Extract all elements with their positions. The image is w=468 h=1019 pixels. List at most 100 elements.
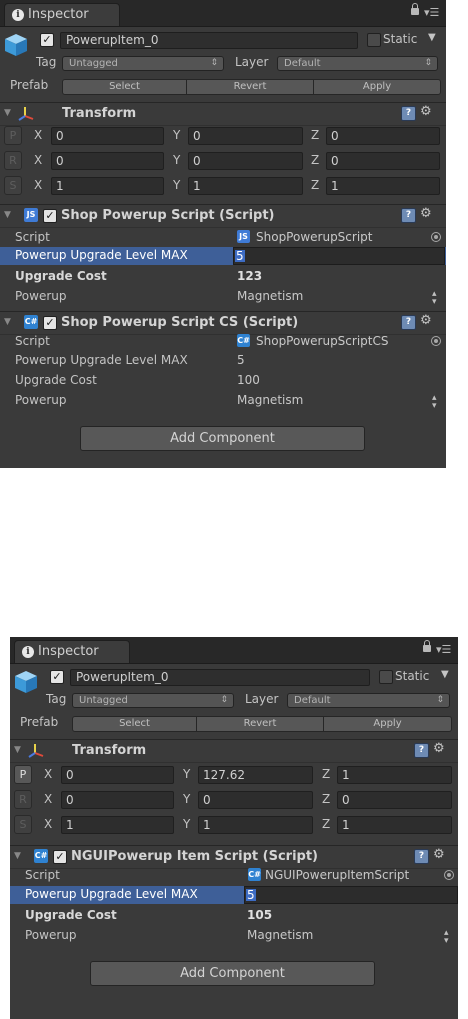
object-name-field[interactable]: PowerupItem_0 xyxy=(60,32,358,49)
component-enabled-checkbox[interactable]: ✓ xyxy=(53,850,67,864)
scale-tag[interactable]: S xyxy=(14,815,32,834)
foldout-arrow-icon[interactable]: ▼ xyxy=(14,851,21,861)
component-header-ngui-powerup-item-script[interactable]: ▼ C# ✓ NGUIPowerup Item Script (Script) … xyxy=(10,845,458,869)
powerup-dropdown[interactable]: Magnetism xyxy=(247,928,313,942)
property-powerup: Powerup Magnetism ▴ ▾ xyxy=(0,288,446,307)
upgrade-level-max-input[interactable]: 5 xyxy=(233,247,445,265)
component-enabled-checkbox[interactable]: ✓ xyxy=(43,316,57,330)
prefab-apply-button[interactable]: Apply xyxy=(313,79,441,95)
rotation-x-field[interactable]: 0 xyxy=(51,152,164,170)
position-x-field[interactable]: 0 xyxy=(61,766,174,784)
position-tag[interactable]: P xyxy=(4,126,22,145)
upgrade-cost-field[interactable]: 123 xyxy=(237,269,262,283)
foldout-arrow-icon[interactable]: ▼ xyxy=(4,210,11,220)
script-reference[interactable]: ShopPowerupScript xyxy=(256,230,373,244)
scale-z-field[interactable]: 1 xyxy=(337,816,452,834)
menu-icon[interactable]: ▾☰ xyxy=(424,6,439,19)
position-y-field[interactable]: 0 xyxy=(188,127,303,145)
prefab-apply-button[interactable]: Apply xyxy=(323,716,452,732)
layer-dropdown[interactable]: Default ⇕ xyxy=(287,693,450,708)
scale-y-field[interactable]: 1 xyxy=(188,177,303,195)
scale-tag[interactable]: S xyxy=(4,176,22,195)
rotation-x-field[interactable]: 0 xyxy=(61,791,174,809)
help-icon[interactable]: ? xyxy=(401,106,416,121)
layer-dropdown[interactable]: Default ⇕ xyxy=(277,56,438,71)
rotation-z-field[interactable]: 0 xyxy=(337,791,452,809)
tab-label: Inspector xyxy=(38,644,99,659)
target-icon[interactable] xyxy=(444,870,454,880)
gear-icon[interactable]: ⚙ xyxy=(433,847,445,862)
rotation-y-field[interactable]: 0 xyxy=(188,152,303,170)
component-header-shop-powerup-script[interactable]: ▼ JS ✓ Shop Powerup Script (Script) ? ⚙ xyxy=(0,204,446,228)
prefab-select-button[interactable]: Select xyxy=(62,79,187,95)
rotation-y-field[interactable]: 0 xyxy=(198,791,313,809)
static-checkbox[interactable] xyxy=(367,33,381,47)
target-icon[interactable] xyxy=(431,232,441,242)
static-label: Static xyxy=(395,669,430,683)
property-label: Script xyxy=(15,230,50,244)
prefab-select-button[interactable]: Select xyxy=(72,716,197,732)
upgrade-cost-field[interactable]: 100 xyxy=(237,373,260,387)
menu-icon[interactable]: ▾☰ xyxy=(436,643,451,656)
inspector-panel-bottom: i Inspector ▾☰ ✓ PowerupItem_0 Static ▼ … xyxy=(10,637,458,1019)
lock-icon[interactable] xyxy=(423,640,431,652)
position-z-field[interactable]: 0 xyxy=(326,127,440,145)
foldout-arrow-icon[interactable]: ▼ xyxy=(4,108,11,118)
foldout-arrow-icon[interactable]: ▼ xyxy=(4,317,11,327)
prefab-revert-button[interactable]: Revert xyxy=(196,716,324,732)
scale-x-field[interactable]: 1 xyxy=(61,816,174,834)
active-checkbox[interactable]: ✓ xyxy=(50,670,64,684)
gear-icon[interactable]: ⚙ xyxy=(433,741,445,756)
add-component-button[interactable]: Add Component xyxy=(80,426,365,451)
tag-dropdown[interactable]: Untagged ⇕ xyxy=(72,693,234,708)
gear-icon[interactable]: ⚙ xyxy=(420,206,432,221)
info-icon: i xyxy=(12,9,24,21)
upgrade-level-max-input[interactable]: 5 xyxy=(244,886,458,904)
scale-y-field[interactable]: 1 xyxy=(198,816,313,834)
tag-dropdown[interactable]: Untagged ⇕ xyxy=(62,56,224,71)
powerup-dropdown[interactable]: Magnetism xyxy=(237,393,303,407)
script-reference[interactable]: NGUIPowerupItemScript xyxy=(265,868,409,882)
lock-icon[interactable] xyxy=(411,3,419,15)
rotation-z-field[interactable]: 0 xyxy=(326,152,440,170)
component-header-shop-powerup-script-cs[interactable]: ▼ C# ✓ Shop Powerup Script CS (Script) ?… xyxy=(0,311,446,335)
help-icon[interactable]: ? xyxy=(414,849,429,864)
tab-inspector[interactable]: i Inspector xyxy=(4,3,120,26)
scale-z-field[interactable]: 1 xyxy=(326,177,440,195)
input-value: 5 xyxy=(235,249,245,263)
gear-icon[interactable]: ⚙ xyxy=(420,104,432,119)
rotation-tag[interactable]: R xyxy=(4,151,22,170)
component-enabled-checkbox[interactable]: ✓ xyxy=(43,209,57,223)
position-x-field[interactable]: 0 xyxy=(51,127,164,145)
static-dropdown-arrow-icon[interactable]: ▼ xyxy=(428,32,436,43)
prefab-revert-button[interactable]: Revert xyxy=(186,79,314,95)
gear-icon[interactable]: ⚙ xyxy=(420,313,432,328)
script-reference[interactable]: ShopPowerupScriptCS xyxy=(256,334,389,348)
target-icon[interactable] xyxy=(431,336,441,346)
help-icon[interactable]: ? xyxy=(401,208,416,223)
active-checkbox[interactable]: ✓ xyxy=(40,33,54,47)
property-label: Upgrade Cost xyxy=(15,373,97,387)
transform-header[interactable]: ▼ Transform ? ⚙ xyxy=(0,102,446,126)
position-tag[interactable]: P xyxy=(14,765,32,784)
upgrade-cost-field[interactable]: 105 xyxy=(247,908,272,922)
powerup-dropdown[interactable]: Magnetism xyxy=(237,289,303,303)
object-name-field[interactable]: PowerupItem_0 xyxy=(70,669,370,686)
add-component-button[interactable]: Add Component xyxy=(90,961,375,986)
static-checkbox[interactable] xyxy=(379,670,393,684)
scale-x-field[interactable]: 1 xyxy=(51,177,164,195)
position-z-field[interactable]: 1 xyxy=(337,766,452,784)
help-icon[interactable]: ? xyxy=(414,743,429,758)
updown-arrow-icon[interactable]: ▴ ▾ xyxy=(432,290,437,307)
static-dropdown-arrow-icon[interactable]: ▼ xyxy=(441,669,449,680)
upgrade-level-max-field[interactable]: 5 xyxy=(237,353,245,367)
transform-header[interactable]: ▼ Transform ? ⚙ xyxy=(10,739,458,763)
position-y-field[interactable]: 127.62 xyxy=(198,766,313,784)
updown-arrow-icon[interactable]: ▴ ▾ xyxy=(444,929,449,946)
help-icon[interactable]: ? xyxy=(401,315,416,330)
updown-arrow-icon[interactable]: ▴ ▾ xyxy=(432,394,437,411)
rotation-tag[interactable]: R xyxy=(14,790,32,809)
foldout-arrow-icon[interactable]: ▼ xyxy=(14,745,21,755)
info-icon: i xyxy=(22,646,34,658)
tab-inspector[interactable]: i Inspector xyxy=(14,640,130,663)
